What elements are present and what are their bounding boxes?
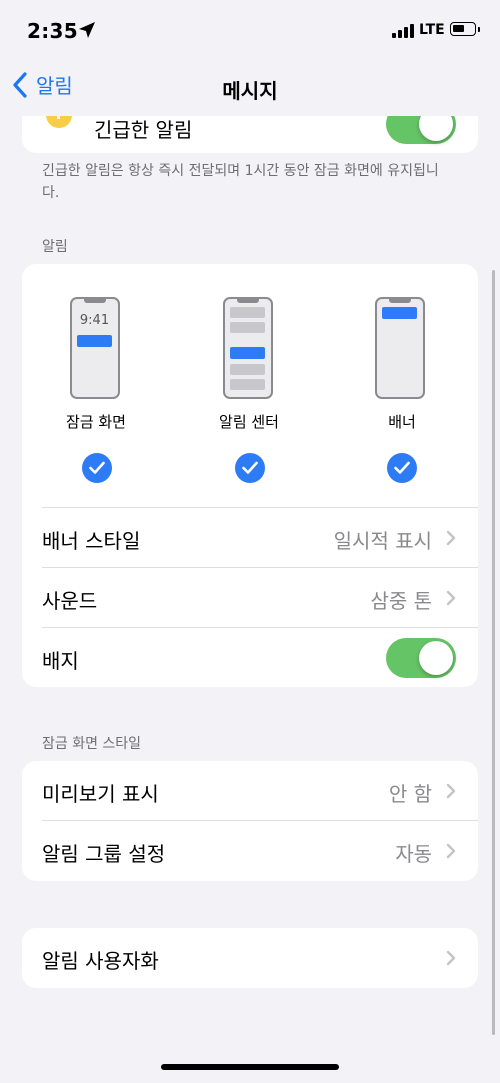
status-time: 2:35 [27,19,78,43]
notification-center-checkmark[interactable] [235,453,265,483]
lock-screen-preview[interactable]: 9:41 [70,297,120,399]
lock-screen-time: 9:41 [79,313,110,328]
status-bar: 2:35 LTE [0,0,500,60]
banner-style-row[interactable]: 배너 스타일 일시적 표시 [22,508,478,568]
network-type: LTE [419,22,445,38]
lock-screen-style-header: 잠금 화면 스타일 [42,736,142,752]
location-arrow-icon [79,22,95,38]
alerts-card: 9:41 잠금 화면 알림 센터 배너 배너 스타일 일시적 표시 사운드 삼중… [22,264,478,687]
show-previews-row[interactable]: 미리보기 표시 안 함 [22,761,478,821]
sound-value: 삼중 톤 [370,589,432,613]
lock-screen-label: 잠금 화면 [66,413,126,431]
home-indicator[interactable] [161,1064,339,1070]
scroll-indicator[interactable] [492,270,495,1035]
sound-label: 사운드 [42,589,98,613]
battery-cap [478,27,480,32]
nav-overlay: 알림 메시지 [0,60,500,116]
customize-notifications-card: 알림 사용자화 [22,928,478,988]
chevron-right-icon [446,530,456,546]
customize-notifications-label: 알림 사용자화 [42,949,159,973]
notification-grouping-row[interactable]: 알림 그룹 설정 자동 [22,821,478,881]
badges-row: 배지 [22,628,478,687]
notification-center-label: 알림 센터 [219,413,279,431]
checkmark-icon [242,461,258,474]
sound-row[interactable]: 사운드 삼중 톤 [22,568,478,628]
banner-checkmark[interactable] [387,453,417,483]
notification-grouping-label: 알림 그룹 설정 [42,842,166,866]
badges-label: 배지 [42,649,79,673]
battery-icon [450,22,476,36]
checkmark-icon [89,461,105,474]
chevron-right-icon [446,783,456,799]
time-sensitive-footnote: 긴급한 알림은 항상 즉시 전달되며 1시간 동안 잠금 화면에 유지됩니다. [42,163,439,201]
lock-screen-style-card: 미리보기 표시 안 함 알림 그룹 설정 자동 [22,761,478,881]
notification-grouping-value: 자동 [395,842,432,866]
banner-style-label: 배너 스타일 [42,529,141,553]
chevron-right-icon [446,950,456,966]
alerts-section-header: 알림 [42,239,68,255]
show-previews-value: 안 함 [388,782,432,806]
banner-preview[interactable] [375,297,425,399]
page-title-overlay: 메시지 [222,79,278,103]
banner-label: 배너 [388,413,416,431]
chevron-right-icon [446,843,456,859]
time-sensitive-label: 긴급한 알림 [94,118,193,142]
lock-screen-checkmark[interactable] [82,453,112,483]
customize-notifications-row[interactable]: 알림 사용자화 [22,928,478,988]
cellular-signal-icon [392,24,414,38]
checkmark-icon [394,461,410,474]
show-previews-label: 미리보기 표시 [42,782,159,806]
chevron-right-icon [446,590,456,606]
notification-center-preview[interactable] [223,297,273,399]
badges-toggle[interactable] [386,638,456,678]
banner-style-value: 일시적 표시 [333,529,432,553]
